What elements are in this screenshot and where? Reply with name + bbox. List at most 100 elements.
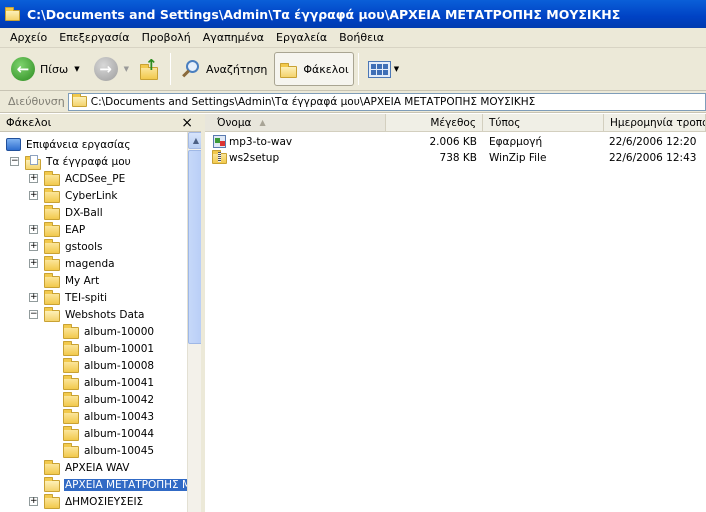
tree-item-tei-spiti[interactable]: TEI-spiti [44, 289, 108, 306]
folder-icon [63, 340, 79, 356]
tree-item-publications[interactable]: ΔΗΜΟΣΙΕΥΣΕΙΣ [44, 493, 144, 510]
folder-icon [44, 459, 60, 475]
column-header-date[interactable]: Ημερομηνία τροπο... [604, 114, 706, 132]
menu-tools[interactable]: Εργαλεία [270, 31, 333, 44]
views-button[interactable]: ▼ [363, 52, 404, 86]
file-list: Όνομα ▲ Μέγεθος Τύπος Ημερομηνία τροπο..… [205, 114, 706, 512]
folder-open-icon [44, 476, 60, 492]
column-header-size[interactable]: Μέγεθος [386, 114, 483, 132]
expand-icon[interactable]: + [29, 191, 38, 200]
folders-button[interactable]: Φάκελοι [274, 52, 354, 86]
menu-favorites[interactable]: Αγαπημένα [197, 31, 270, 44]
expand-icon[interactable]: + [29, 225, 38, 234]
folders-label: Φάκελοι [303, 62, 349, 76]
folder-icon [63, 425, 79, 441]
expand-icon[interactable]: + [29, 174, 38, 183]
close-icon[interactable]: × [181, 116, 193, 130]
desktop-icon [6, 138, 21, 151]
tree-item-label: Τα έγγραφά μου [46, 155, 131, 168]
column-header-label: Μέγεθος [430, 116, 476, 129]
expand-icon[interactable]: + [29, 259, 38, 268]
folder-icon [44, 272, 60, 288]
search-label: Αναζήτηση [205, 62, 268, 76]
address-bar: Διεύθυνση C:\Documents and Settings\Admi… [0, 91, 706, 113]
tree-item-label: ACDSee_PE [65, 172, 126, 185]
tree-item-dx-ball[interactable]: DX-Ball [44, 204, 104, 221]
sort-ascending-icon: ▲ [259, 118, 266, 127]
folder-icon [63, 357, 79, 373]
folder-icon [44, 204, 60, 220]
tree-item-cyberlink[interactable]: CyberLink [44, 187, 119, 204]
tree-item-label: ΔΗΜΟΣΙΕΥΣΕΙΣ [65, 495, 144, 508]
up-folder-button[interactable]: ↑ [134, 52, 166, 86]
back-arrow-icon: ← [11, 57, 35, 81]
expand-icon[interactable]: + [29, 293, 38, 302]
file-type: Εφαρμογή [489, 136, 543, 148]
collapse-icon[interactable]: − [29, 310, 38, 319]
folder-icon [63, 391, 79, 407]
menu-view[interactable]: Προβολή [136, 31, 197, 44]
tree-item-label: DX-Ball [65, 206, 103, 219]
tree-item-label: album-10045 [84, 444, 155, 457]
tree-item-webshots-data[interactable]: Webshots Data [44, 306, 145, 323]
tree-item-label: Επιφάνεια εργασίας [26, 138, 131, 151]
forward-dropdown-icon[interactable]: ▼ [124, 65, 129, 73]
tree-item-album[interactable]: album-10043 [63, 408, 155, 425]
folder-icon [44, 170, 60, 186]
column-header-name[interactable]: Όνομα ▲ [205, 114, 386, 132]
tree-item-label: TEI-spiti [65, 291, 108, 304]
column-header-label: Τύπος [489, 116, 521, 129]
tree-item-album[interactable]: album-10000 [63, 323, 155, 340]
file-date: 22/6/2006 12:20 [609, 136, 697, 148]
toolbar-separator-2 [357, 53, 359, 85]
menu-bar: Αρχείο Επεξεργασία Προβολή Αγαπημένα Εργ… [0, 28, 706, 48]
tree-item-album[interactable]: album-10008 [63, 357, 155, 374]
file-row[interactable]: ws2setup 738 KB WinZip File 22/6/2006 12… [205, 150, 706, 166]
expand-icon[interactable]: + [29, 497, 38, 506]
column-header-label: Όνομα [217, 116, 252, 129]
menu-file[interactable]: Αρχείο [4, 31, 53, 44]
address-input[interactable]: C:\Documents and Settings\Admin\Τα έγγρα… [67, 92, 706, 111]
menu-edit[interactable]: Επεξεργασία [53, 31, 135, 44]
title-bar: C:\Documents and Settings\Admin\Τα έγγρα… [0, 0, 706, 28]
tree-item-album[interactable]: album-10042 [63, 391, 155, 408]
tree-item-label: ΑΡΧΕΙΑ WAV [65, 461, 130, 474]
folder-icon [44, 238, 60, 254]
folders-icon [279, 60, 299, 78]
tree-item-wav-files[interactable]: ΑΡΧΕΙΑ WAV [44, 459, 130, 476]
tree-item-eap[interactable]: EAP [44, 221, 86, 238]
tree-item-gstools[interactable]: gstools [44, 238, 104, 255]
back-dropdown-icon[interactable]: ▼ [74, 65, 79, 73]
tree-item-label: album-10008 [84, 359, 155, 372]
tree-item-music-conversion[interactable]: ΑΡΧΕΙΑ ΜΕΤΑΤΡΟΠΗΣ ΜΟ [44, 476, 187, 493]
tree-item-label: CyberLink [65, 189, 118, 202]
tree-item-my-documents[interactable]: Τα έγγραφά μου [25, 153, 132, 170]
forward-button[interactable]: → ▼ [89, 52, 134, 86]
search-icon [180, 58, 202, 80]
views-dropdown-icon[interactable]: ▼ [394, 65, 399, 73]
tree-item-label: album-10042 [84, 393, 155, 406]
address-value: C:\Documents and Settings\Admin\Τα έγγρα… [90, 95, 536, 108]
tree-item-album[interactable]: album-10041 [63, 374, 155, 391]
tree-item-my-art[interactable]: My Art [44, 272, 100, 289]
toolbar: ← Πίσω ▼ → ▼ ↑ Αναζήτηση Φάκελοι ▼ [0, 48, 706, 91]
search-button[interactable]: Αναζήτηση [175, 52, 272, 86]
tree-item-desktop[interactable]: Επιφάνεια εργασίας [6, 136, 131, 153]
file-name: ws2setup [229, 152, 280, 164]
tree-item-label: gstools [65, 240, 103, 253]
tree-item-magenda[interactable]: magenda [44, 255, 116, 272]
column-header-type[interactable]: Τύπος [483, 114, 604, 132]
tree-item-acdsee[interactable]: ACDSee_PE [44, 170, 126, 187]
collapse-icon[interactable]: − [10, 157, 19, 166]
zip-archive-icon [212, 150, 228, 165]
tree-item-album[interactable]: album-10001 [63, 340, 155, 357]
menu-help[interactable]: Βοήθεια [333, 31, 390, 44]
tree-item-album[interactable]: album-10045 [63, 442, 155, 459]
back-button[interactable]: ← Πίσω ▼ [6, 52, 85, 86]
address-label: Διεύθυνση [8, 95, 65, 108]
folder-icon [71, 93, 87, 107]
file-row[interactable]: mp3-to-wav 2.006 KB Εφαρμογή 22/6/2006 1… [205, 134, 706, 150]
tree-item-album[interactable]: album-10044 [63, 425, 155, 442]
tree-item-label: My Art [65, 274, 100, 287]
expand-icon[interactable]: + [29, 242, 38, 251]
